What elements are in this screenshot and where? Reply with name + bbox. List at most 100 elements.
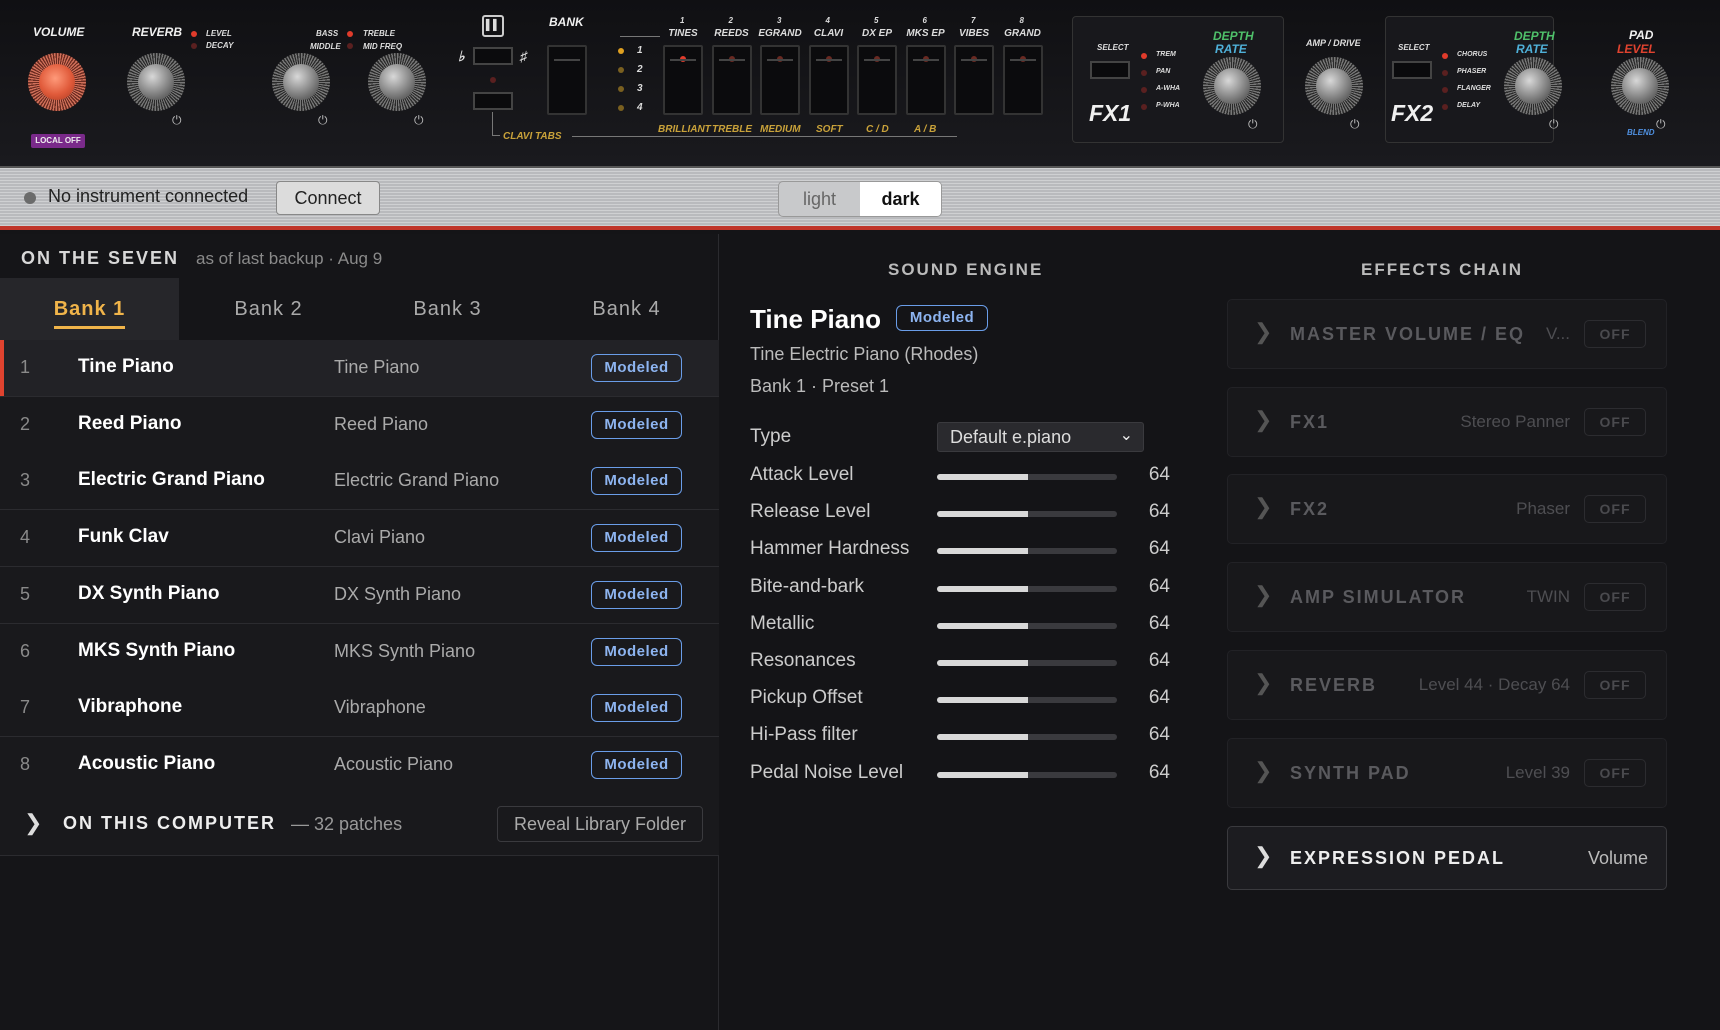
effect-row[interactable]: ❯ AMP SIMULATOR TWIN OFF (1227, 562, 1667, 633)
preset-row[interactable]: 2 Reed Piano Reed Piano Modeled (0, 396, 719, 454)
preset-row[interactable]: 4 Funk Clav Clavi Piano Modeled (0, 510, 719, 568)
effect-toggle[interactable]: OFF (1584, 583, 1646, 612)
chevron-right-icon[interactable]: ❯ (1254, 407, 1272, 433)
tab-bank-3[interactable]: Bank 3 (358, 278, 537, 340)
on-this-computer-section[interactable]: ❯ ON THIS COMPUTER — 32 patches Reveal L… (0, 792, 719, 856)
fx2-select-button[interactable] (1392, 61, 1432, 79)
fx-option-label: PHASER (1457, 68, 1487, 75)
preset-row[interactable]: 5 DX Synth Piano DX Synth Piano Modeled (0, 566, 719, 624)
sound-slot-button[interactable] (760, 45, 800, 115)
type-select[interactable]: Default e.piano ⌄ (937, 422, 1144, 452)
theme-dark-option[interactable]: dark (860, 182, 941, 216)
parameter-slider[interactable] (937, 548, 1117, 555)
fx1-depth-knob[interactable] (1203, 57, 1261, 115)
parameter-slider[interactable] (937, 474, 1117, 480)
chevron-right-icon[interactable]: ❯ (1254, 319, 1272, 345)
pad-level-knob[interactable] (1611, 57, 1669, 115)
power-icon: ⏻ (318, 113, 328, 127)
parameter-value: 64 (1148, 464, 1170, 485)
chevron-right-icon[interactable]: ❯ (1254, 494, 1272, 520)
sound-slot-button[interactable] (1002, 45, 1043, 115)
chevron-right-icon[interactable]: ❯ (1254, 582, 1272, 608)
fx2-depth-knob[interactable] (1504, 57, 1562, 115)
preset-row[interactable]: 3 Electric Grand Piano Electric Grand Pian… (0, 453, 719, 511)
parameter-slider[interactable] (937, 585, 1117, 592)
effect-name: REVERB (1290, 674, 1378, 695)
sound-slot-button[interactable] (663, 45, 703, 115)
parameter-slider[interactable] (937, 734, 1117, 741)
parameter-slider[interactable] (937, 697, 1117, 704)
eq-knob-left[interactable] (272, 53, 330, 111)
bank-slot[interactable] (547, 45, 587, 115)
amp-drive-knob[interactable] (1305, 57, 1363, 115)
chevron-right-icon[interactable]: ❯ (24, 810, 42, 836)
volume-knob[interactable] (28, 53, 86, 111)
expression-pedal-row[interactable]: ❯ EXPRESSION PEDAL Volume (1227, 826, 1667, 890)
parameter-slider[interactable] (937, 771, 1117, 778)
effect-row[interactable]: ❯ FX1 Stereo Panner OFF (1227, 386, 1667, 457)
tab-bank-1[interactable]: Bank 1 (0, 278, 179, 340)
effect-detail: Level 44 · Decay 64 (1418, 674, 1570, 694)
sharp-label: ♯ (520, 48, 527, 64)
slot-led (728, 56, 735, 62)
preset-name: MKS Synth Piano (78, 639, 236, 661)
fx-option-label: A-WHA (1156, 85, 1181, 92)
parameter-slider[interactable] (937, 511, 1117, 518)
pause-icon[interactable]: ▌▌ (482, 15, 504, 37)
slot-led (874, 56, 880, 62)
effect-toggle[interactable]: OFF (1584, 758, 1646, 787)
section-header: EFFECTS CHAIN (1361, 260, 1523, 279)
sound-slot-button[interactable] (857, 45, 897, 115)
slider-fill (937, 771, 1028, 778)
effect-row[interactable]: ❯ SYNTH PAD Level 39 OFF (1227, 737, 1667, 808)
preset-number: 6 (20, 640, 31, 661)
effect-row[interactable]: ❯ FX2 Phaser OFF (1227, 474, 1667, 545)
reverb-knob[interactable] (127, 53, 185, 111)
slider-fill (937, 511, 1028, 518)
chevron-right-icon[interactable]: ❯ (1254, 843, 1272, 869)
theme-light-option[interactable]: light (779, 182, 860, 216)
tab-bank-4[interactable]: Bank 4 (537, 278, 716, 340)
effect-toggle[interactable]: OFF (1584, 670, 1646, 699)
effect-row[interactable]: ❯ MASTER VOLUME / EQ V... OFF (1227, 299, 1667, 369)
sound-slot-button[interactable] (905, 45, 946, 115)
chevron-right-icon[interactable]: ❯ (1254, 758, 1272, 784)
sound-slot-button[interactable] (711, 45, 752, 115)
fx2-depth-label: DEPTH (1514, 29, 1555, 43)
effect-detail: Phaser (1516, 499, 1570, 519)
effect-toggle[interactable]: OFF (1584, 495, 1646, 524)
fx2-select-label: SELECT (1398, 43, 1430, 52)
eq-knob-right[interactable] (368, 53, 426, 111)
modeled-badge: Modeled (591, 694, 682, 723)
preset-name: Electric Grand Piano (78, 469, 265, 491)
preset-row[interactable]: 6 MKS Synth Piano MKS Synth Piano Modeled (0, 623, 719, 681)
slot-led (777, 56, 783, 62)
parameter-slider[interactable] (937, 622, 1117, 629)
clavi-switch[interactable] (473, 92, 513, 110)
fx2-label: FX2 (1391, 100, 1434, 126)
preset-row[interactable]: 7 Vibraphone Vibraphone Modeled (0, 680, 719, 738)
fx1-select-button[interactable] (1090, 61, 1130, 79)
effect-row[interactable]: ❯ REVERB Level 44 · Decay 64 OFF (1227, 649, 1667, 720)
sound-slot-button[interactable] (954, 45, 994, 115)
effects-chain-pane: EFFECTS CHAIN ❯ MASTER VOLUME / EQ V... OFF… (1200, 234, 1720, 1030)
chevron-right-icon[interactable]: ❯ (1254, 670, 1272, 696)
preset-row[interactable]: 8 Acoustic Piano Acoustic Piano Modeled (0, 736, 719, 794)
preset-row[interactable]: 1 Tine Piano Tine Piano Modeled (0, 340, 719, 397)
power-icon: ⏻ (1350, 117, 1360, 131)
transpose-switch[interactable] (473, 47, 513, 65)
parameter-slider[interactable] (937, 660, 1117, 666)
parameter-value: 64 (1148, 538, 1170, 560)
effect-toggle[interactable]: OFF (1584, 320, 1646, 348)
sound-slot-button[interactable] (808, 45, 849, 115)
reveal-library-folder-button[interactable]: Reveal Library Folder (497, 806, 703, 842)
connect-button[interactable]: Connect (276, 181, 380, 215)
modeled-badge: Modeled (896, 305, 988, 331)
effect-toggle[interactable]: OFF (1584, 407, 1646, 436)
tab-bank-2[interactable]: Bank 2 (179, 278, 358, 340)
clavi-tab-label: MEDIUM (760, 124, 801, 135)
slot-number: 7 (971, 16, 976, 25)
preset-instrument: Clavi Piano (334, 527, 426, 548)
fx-option-label: PAN (1156, 68, 1171, 75)
local-off-button[interactable]: LOCAL OFF (31, 134, 85, 148)
